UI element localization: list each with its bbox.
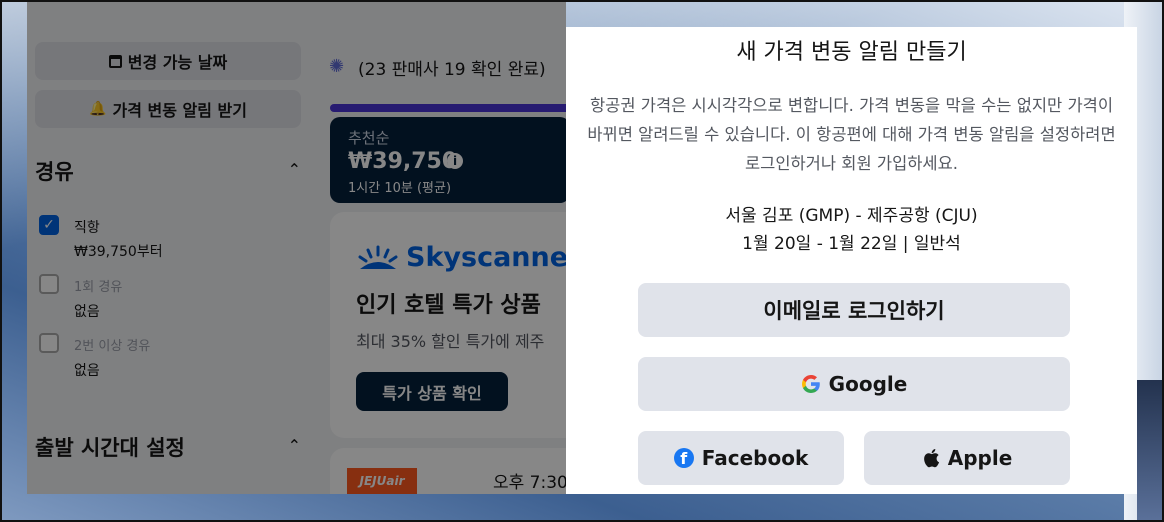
price-alert-modal: 새 가격 변동 알림 만들기 항공권 가격은 시시각각으로 변합니다. 가격 변… xyxy=(566,27,1137,494)
background-wing-shadow xyxy=(1137,380,1164,520)
facebook-login-label: Facebook xyxy=(701,446,809,470)
route-airports: 서울 김포 (GMP) - 제주공항 (CJU) xyxy=(725,206,978,226)
google-icon xyxy=(801,375,820,393)
modal-backdrop[interactable] xyxy=(27,0,566,494)
email-login-label: 이메일로 로그인하기 xyxy=(763,299,945,323)
apple-icon xyxy=(923,449,939,468)
modal-description: 항공권 가격은 시시각각으로 변합니다. 가격 변동을 막을 수는 없지만 가격… xyxy=(587,96,1116,173)
facebook-login-button[interactable]: f Facebook xyxy=(638,431,844,485)
apple-login-label: Apple xyxy=(947,446,1013,470)
modal-title: 새 가격 변동 알림 만들기 xyxy=(736,40,967,65)
google-login-label: Google xyxy=(828,372,908,396)
route-dates-cabin: 1월 20일 - 1월 22일 | 일반석 xyxy=(742,234,961,254)
facebook-icon: f xyxy=(673,448,694,468)
route-info: 서울 김포 (GMP) - 제주공항 (CJU) 1월 20일 - 1월 22일… xyxy=(566,202,1137,258)
email-login-button[interactable]: 이메일로 로그인하기 xyxy=(638,283,1070,337)
apple-login-button[interactable]: Apple xyxy=(864,431,1070,485)
google-login-button[interactable]: Google xyxy=(638,357,1070,411)
